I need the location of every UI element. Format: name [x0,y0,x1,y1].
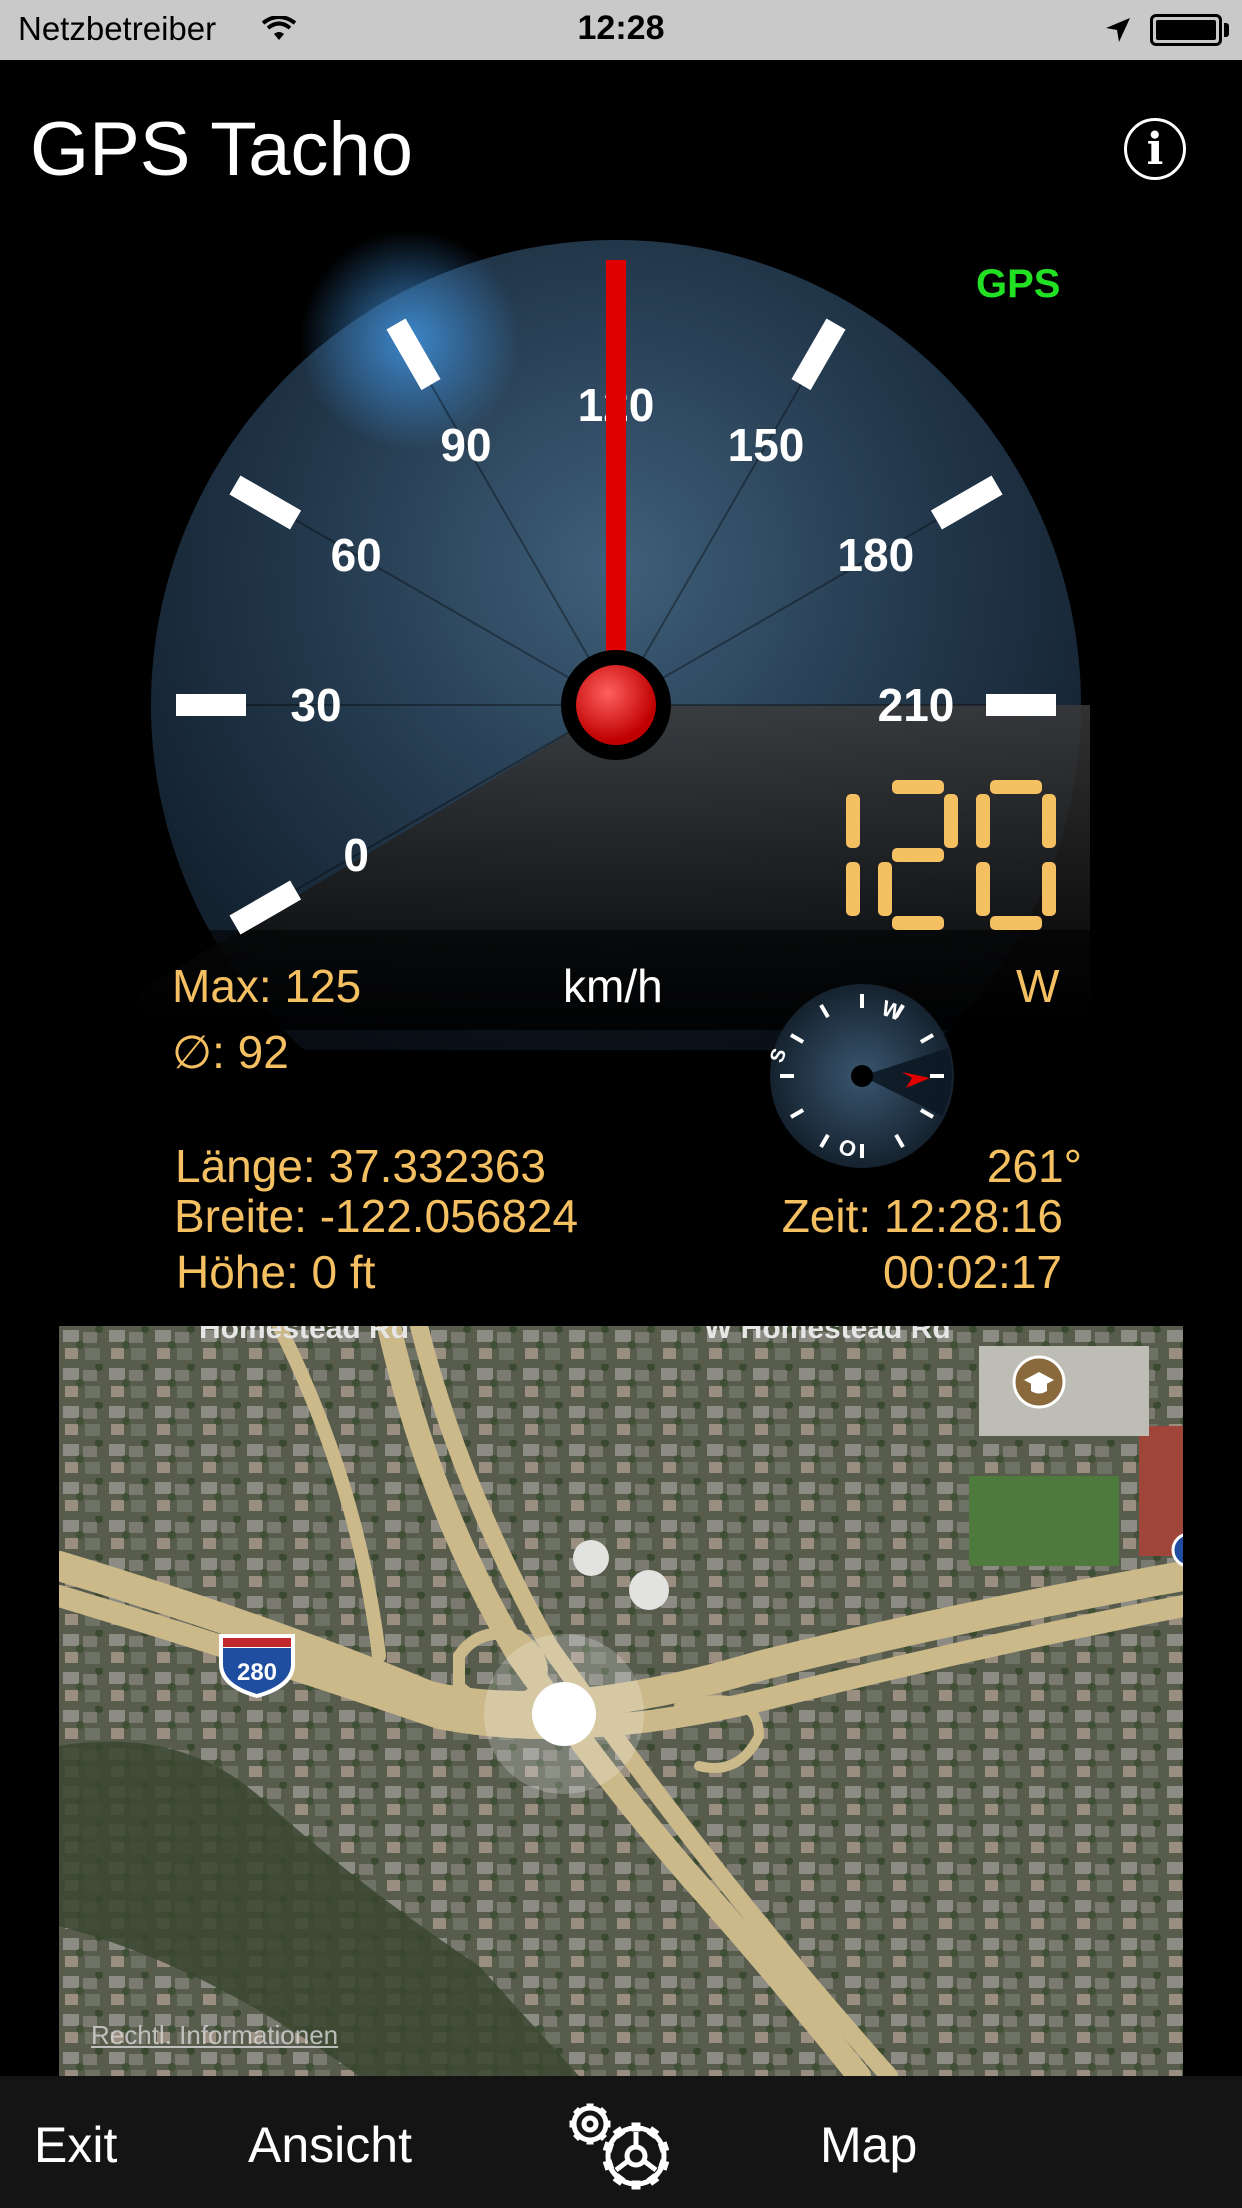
scale-label-90: 90 [440,419,491,471]
elapsed-time: 00:02:17 [882,1246,1062,1298]
gps-signal-label: GPS [976,262,1061,306]
app-title: GPS Tacho [30,107,414,192]
compass-icon: W S O [766,984,954,1168]
map-button[interactable]: Map [820,2116,917,2174]
status-bar: Netzbetreiber 12:28 [0,0,1242,60]
scale-label-60: 60 [331,529,382,581]
digit-1-segment-b [944,794,958,848]
battery-tip [1224,23,1229,37]
digital-speed-display [846,780,1056,930]
gear-tooth [569,2120,577,2128]
digit-2-segment-a [990,780,1042,794]
digit-2-segment-b [1042,794,1056,848]
scale-label-150: 150 [728,419,805,471]
scale-label-180: 180 [837,529,914,581]
gear-tooth [603,2120,611,2128]
sports-field [969,1476,1119,1566]
digit-0-segment-c [846,862,860,916]
highway-number: 280 [237,1659,277,1686]
location-arrow-icon [1106,18,1130,42]
gear-tooth [631,2122,641,2132]
scale-label-0: 0 [343,829,369,881]
scale-label-30: 30 [290,679,341,731]
legal-info-link[interactable]: Rechtl. Informationen [91,2020,338,2051]
track-field [1139,1426,1183,1556]
compass-center [851,1065,873,1087]
gear-tooth [586,2103,594,2111]
bottom-toolbar: Exit Ansicht Map [0,2076,1242,2208]
current-time: Zeit: 12:28:16 [781,1190,1063,1242]
scale-label-210: 210 [878,679,955,731]
digit-2-segment-d [990,916,1042,930]
info-button[interactable]: i [1124,118,1186,180]
digit-1-segment-e [878,862,892,916]
max-speed: Max: 125 [172,960,362,1012]
battery-icon [1150,14,1222,46]
storage-tank-2 [629,1570,669,1610]
longitude: Länge: 37.332363 [175,1140,546,1192]
average-speed: ∅: 92 [172,1026,289,1078]
gear-tooth [586,2137,594,2145]
road-label-homestead: Homestead Rd [199,1326,410,1345]
digit-2-segment-e [976,862,990,916]
heading-degrees: 261° [986,1140,1082,1192]
status-time: 12:28 [577,9,665,47]
digit-1-segment-d [892,916,944,930]
road-label-w-homestead: W Homestead Rd [704,1326,951,1345]
gears-icon[interactable] [556,2098,686,2194]
latitude: Breite: -122.056824 [174,1190,579,1242]
exit-button[interactable]: Exit [34,2116,117,2174]
map-imagery: 280 [59,1326,1183,2076]
digit-0-segment-b [846,794,860,848]
digit-1-segment-g [892,848,944,862]
current-location-dot [532,1682,596,1746]
needle-hub [576,665,656,745]
school-building [979,1346,1149,1436]
digit-2-segment-c [1042,862,1056,916]
view-button[interactable]: Ansicht [248,2116,412,2174]
digit-2-segment-f [976,794,990,848]
speed-unit: km/h [563,960,663,1012]
graduation-cap-icon[interactable] [1012,1355,1066,1409]
digit-1-segment-a [892,780,944,794]
satellite-map[interactable]: 280 Homestead Rd W Homestead Rd Rechtl. … [59,1326,1183,2076]
direction-label: W [1016,960,1060,1012]
storage-tank [573,1540,609,1576]
altitude: Höhe: 0 ft [176,1246,376,1298]
gear-tooth [631,2180,641,2190]
